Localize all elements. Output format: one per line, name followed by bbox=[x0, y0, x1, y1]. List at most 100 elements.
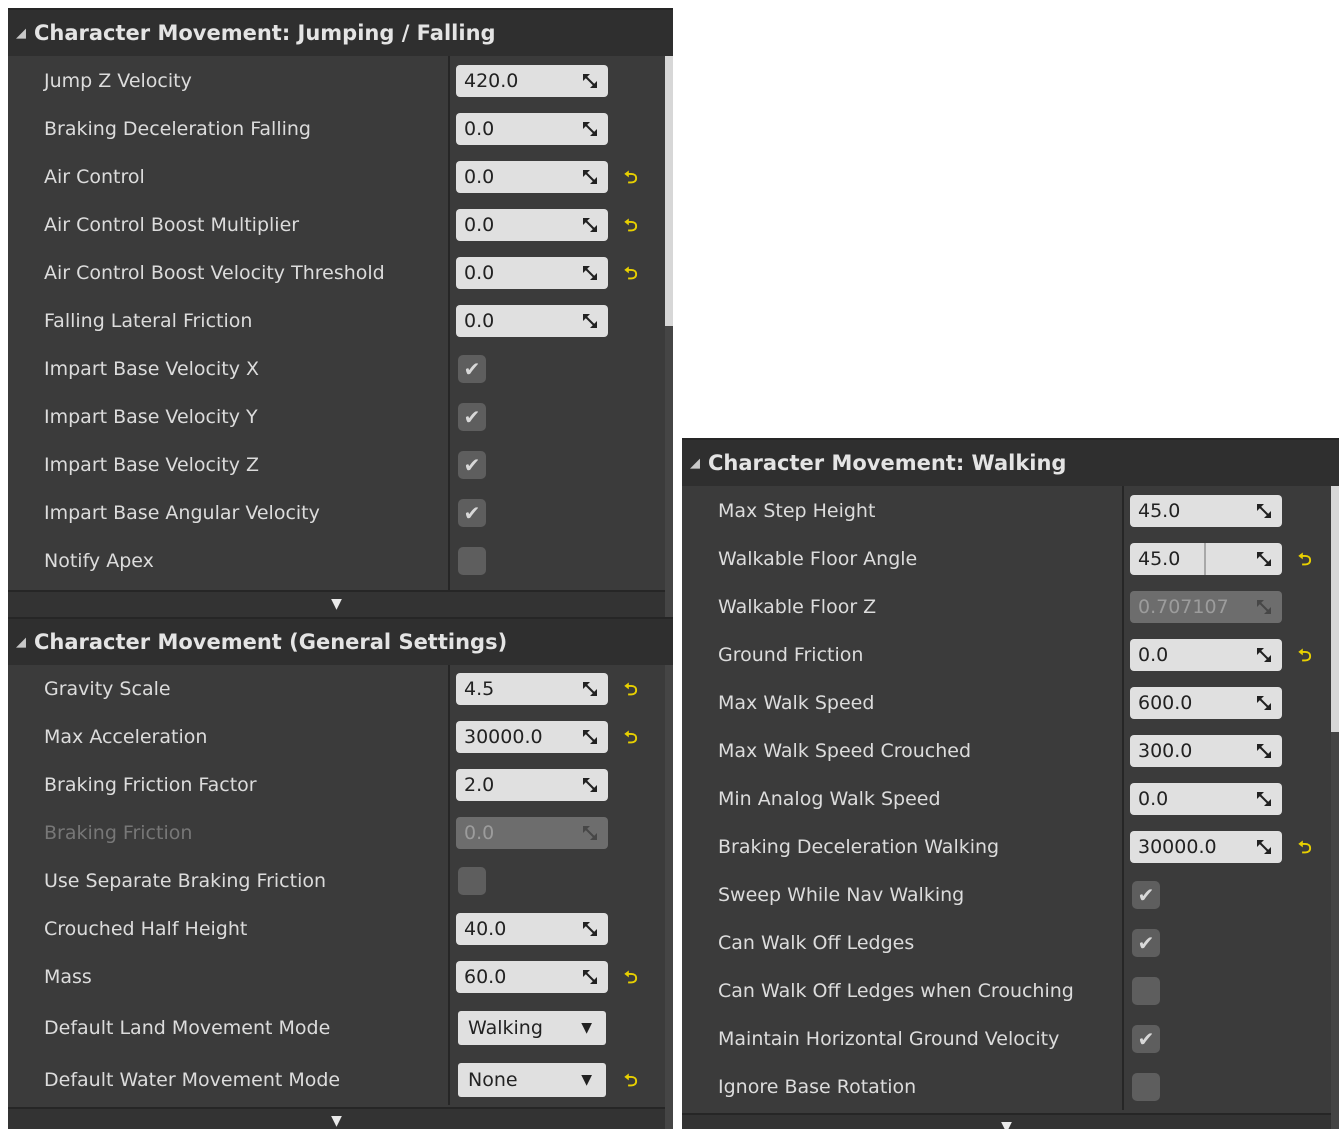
reset-to-default-icon[interactable]: ⮌ bbox=[1298, 835, 1312, 864]
property-row: Impart Base Angular Velocity ✔ bbox=[8, 489, 665, 537]
expand-advanced-button[interactable]: ▼ bbox=[682, 1113, 1331, 1129]
collapse-triangle-icon[interactable]: ◢ bbox=[8, 635, 34, 650]
triangle-down-icon: ▼ bbox=[1001, 1119, 1012, 1129]
drag-arrows-icon bbox=[582, 969, 598, 985]
reset-to-default-icon[interactable]: ⮌ bbox=[624, 677, 638, 706]
scrollbar-track-right[interactable] bbox=[1331, 438, 1339, 1129]
property-row: Use Separate Braking Friction bbox=[8, 857, 665, 905]
property-label: Max Walk Speed Crouched bbox=[718, 740, 972, 762]
air-control-boost-vel-field[interactable]: 0.0 bbox=[456, 257, 608, 289]
walkable-floor-angle-field[interactable]: 45.0 bbox=[1130, 543, 1282, 575]
property-row: Impart Base Velocity Z ✔ bbox=[8, 441, 665, 489]
reset-to-default-icon[interactable]: ⮌ bbox=[624, 1068, 638, 1097]
property-row: Air Control Boost Velocity Threshold 0.0… bbox=[8, 249, 665, 297]
property-row: Mass 60.0 ⮌ bbox=[8, 953, 665, 1001]
max-acceleration-field[interactable]: 30000.0 bbox=[456, 721, 608, 753]
property-row: Sweep While Nav Walking ✔ bbox=[682, 871, 1331, 919]
property-label: Braking Friction Factor bbox=[44, 774, 257, 796]
property-label: Default Land Movement Mode bbox=[44, 1017, 331, 1039]
property-row: Braking Deceleration Walking 30000.0 ⮌ bbox=[682, 823, 1331, 871]
sweep-nav-walking-checkbox[interactable]: ✔ bbox=[1132, 881, 1160, 909]
reset-to-default-icon[interactable]: ⮌ bbox=[624, 725, 638, 754]
property-label: Walkable Floor Angle bbox=[718, 548, 918, 570]
scrollbar-track-left[interactable] bbox=[665, 8, 673, 1129]
property-label: Max Step Height bbox=[718, 500, 876, 522]
property-label: Mass bbox=[44, 966, 92, 988]
details-panel-left: ◢ Character Movement: Jumping / Falling … bbox=[8, 8, 673, 1129]
triangle-down-icon: ▼ bbox=[331, 1113, 342, 1129]
impart-angular-checkbox[interactable]: ✔ bbox=[458, 499, 486, 527]
property-row: Default Land Movement Mode Walking ▼ bbox=[8, 1003, 665, 1053]
reset-to-default-icon[interactable]: ⮌ bbox=[1298, 643, 1312, 672]
property-label: Min Analog Walk Speed bbox=[718, 788, 941, 810]
impart-y-checkbox[interactable]: ✔ bbox=[458, 403, 486, 431]
property-row: Default Water Movement Mode None ▼ ⮌ bbox=[8, 1055, 665, 1105]
falling-lateral-friction-field[interactable]: 0.0 bbox=[456, 305, 608, 337]
slider-fill-edge bbox=[1204, 543, 1206, 575]
air-control-boost-mult-field[interactable]: 0.0 bbox=[456, 209, 608, 241]
expand-advanced-button[interactable]: ▼ bbox=[8, 590, 665, 618]
default-land-mode-dropdown[interactable]: Walking ▼ bbox=[458, 1011, 606, 1045]
property-row: Can Walk Off Ledges ✔ bbox=[682, 919, 1331, 967]
max-walk-speed-crouched-field[interactable]: 300.0 bbox=[1130, 735, 1282, 767]
section-title-walking: Character Movement: Walking bbox=[708, 451, 1067, 475]
section-header-walking[interactable]: ◢ Character Movement: Walking bbox=[682, 438, 1339, 486]
ignore-base-rotation-checkbox[interactable] bbox=[1132, 1073, 1160, 1101]
property-label: Air Control Boost Multiplier bbox=[44, 214, 300, 236]
mass-field[interactable]: 60.0 bbox=[456, 961, 608, 993]
drag-arrows-icon bbox=[1256, 647, 1272, 663]
property-label: Air Control Boost Velocity Threshold bbox=[44, 262, 385, 284]
reset-to-default-icon[interactable]: ⮌ bbox=[624, 261, 638, 290]
braking-decel-walking-field[interactable]: 30000.0 bbox=[1130, 831, 1282, 863]
property-row: Max Walk Speed Crouched 300.0 bbox=[682, 727, 1331, 775]
ground-friction-field[interactable]: 0.0 bbox=[1130, 639, 1282, 671]
property-row: Max Acceleration 30000.0 ⮌ bbox=[8, 713, 665, 761]
property-row: Min Analog Walk Speed 0.0 bbox=[682, 775, 1331, 823]
property-label: Maintain Horizontal Ground Velocity bbox=[718, 1028, 1060, 1050]
max-walk-speed-field[interactable]: 600.0 bbox=[1130, 687, 1282, 719]
impart-z-checkbox[interactable]: ✔ bbox=[458, 451, 486, 479]
braking-friction-factor-field[interactable]: 2.0 bbox=[456, 769, 608, 801]
braking-friction-field: 0.0 bbox=[456, 817, 608, 849]
section-header-jumping[interactable]: ◢ Character Movement: Jumping / Falling bbox=[8, 8, 673, 56]
property-row: Crouched Half Height 40.0 bbox=[8, 905, 665, 953]
checkmark-icon: ✔ bbox=[463, 357, 481, 381]
property-row: Braking Friction 0.0 bbox=[8, 809, 665, 857]
max-step-height-field[interactable]: 45.0 bbox=[1130, 495, 1282, 527]
drag-arrows-icon bbox=[582, 73, 598, 89]
can-walk-off-ledges-checkbox[interactable]: ✔ bbox=[1132, 929, 1160, 957]
min-analog-walk-speed-field[interactable]: 0.0 bbox=[1130, 783, 1282, 815]
property-label: Impart Base Velocity Z bbox=[44, 454, 260, 476]
property-label: Walkable Floor Z bbox=[718, 596, 877, 618]
can-walk-off-crouching-checkbox[interactable] bbox=[1132, 977, 1160, 1005]
expand-advanced-button[interactable]: ▼ bbox=[8, 1107, 665, 1129]
collapse-triangle-icon[interactable]: ◢ bbox=[682, 456, 708, 471]
default-water-mode-dropdown[interactable]: None ▼ bbox=[458, 1063, 606, 1097]
property-label: Default Water Movement Mode bbox=[44, 1069, 341, 1091]
section-header-general[interactable]: ◢ Character Movement (General Settings) bbox=[8, 617, 673, 665]
gravity-scale-field[interactable]: 4.5 bbox=[456, 673, 608, 705]
reset-to-default-icon[interactable]: ⮌ bbox=[624, 213, 638, 242]
drag-arrows-icon bbox=[1256, 503, 1272, 519]
property-row: Max Step Height 45.0 bbox=[682, 487, 1331, 535]
reset-to-default-icon[interactable]: ⮌ bbox=[1298, 547, 1312, 576]
reset-to-default-icon[interactable]: ⮌ bbox=[624, 165, 638, 194]
notify-apex-checkbox[interactable] bbox=[458, 547, 486, 575]
property-label: Gravity Scale bbox=[44, 678, 171, 700]
details-panel-right: ◢ Character Movement: Walking Max Step H… bbox=[682, 438, 1339, 1129]
braking-decel-falling-field[interactable]: 0.0 bbox=[456, 113, 608, 145]
air-control-field[interactable]: 0.0 bbox=[456, 161, 608, 193]
property-label: Notify Apex bbox=[44, 550, 154, 572]
property-label: Braking Deceleration Walking bbox=[718, 836, 1000, 858]
reset-to-default-icon[interactable]: ⮌ bbox=[624, 965, 638, 994]
use-separate-braking-checkbox[interactable] bbox=[458, 867, 486, 895]
collapse-triangle-icon[interactable]: ◢ bbox=[8, 26, 34, 41]
drag-arrows-icon bbox=[1256, 551, 1272, 567]
property-label: Impart Base Velocity Y bbox=[44, 406, 258, 428]
jump-z-velocity-field[interactable]: 420.0 bbox=[456, 65, 608, 97]
dropdown-caret-icon: ▼ bbox=[581, 1020, 592, 1036]
maintain-horizontal-checkbox[interactable]: ✔ bbox=[1132, 1025, 1160, 1053]
property-row: Braking Deceleration Falling 0.0 bbox=[8, 105, 665, 153]
crouched-half-height-field[interactable]: 40.0 bbox=[456, 913, 608, 945]
impart-x-checkbox[interactable]: ✔ bbox=[458, 355, 486, 383]
